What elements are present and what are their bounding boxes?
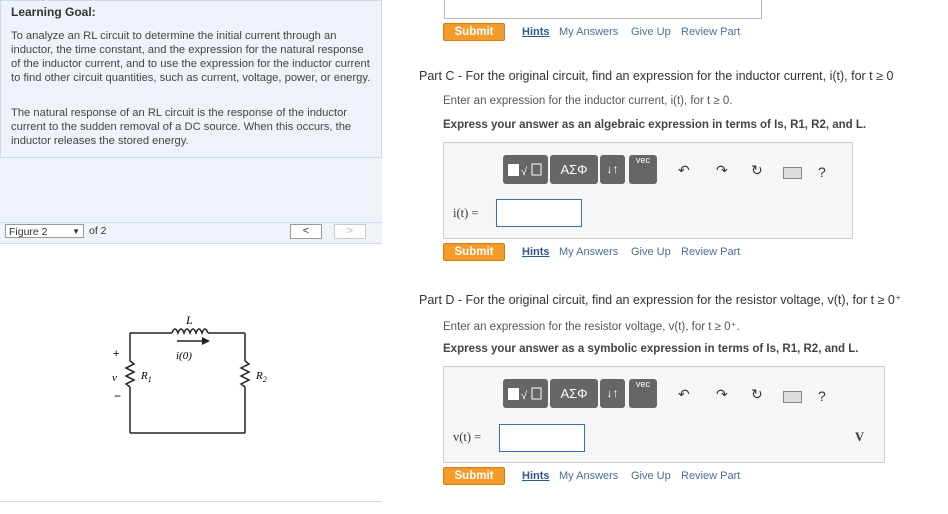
current-arrow-icon — [202, 337, 210, 345]
learning-goal-text: To analyze an RL circuit to determine th… — [11, 30, 371, 84]
previous-answer-box — [444, 0, 762, 19]
voltage-label: v — [112, 372, 117, 384]
circuit-diagram: L i(0) + v − R1 R2 — [112, 313, 267, 434]
templates-button[interactable]: √ — [503, 379, 548, 408]
templates-button[interactable]: √ — [503, 155, 548, 184]
r2-label: R2 — [255, 370, 267, 384]
template-icon: √ — [508, 387, 542, 402]
svg-text:√: √ — [521, 166, 528, 178]
minus-sign: − — [114, 389, 121, 403]
hints-link-b[interactable]: Hints — [522, 26, 550, 38]
reset-icon[interactable]: ↻ — [751, 386, 763, 403]
chevron-right-icon: > — [346, 225, 354, 237]
plus-sign: + — [113, 348, 119, 360]
figure-select[interactable]: Figure 2 ▼ — [5, 224, 84, 238]
review-part-link-b[interactable]: Review Part — [681, 26, 740, 38]
give-up-link-b[interactable]: Give Up — [631, 26, 671, 38]
prev-figure-button[interactable]: < — [290, 224, 322, 239]
part-c-answer-input[interactable] — [496, 199, 582, 227]
submit-button-b[interactable]: Submit — [443, 23, 505, 41]
undo-icon[interactable]: ↶ — [678, 162, 690, 179]
template-icon: √ — [508, 163, 542, 178]
figure-select-value: Figure 2 — [9, 226, 48, 238]
vector-button[interactable]: vec — [629, 379, 657, 408]
submit-button-c[interactable]: Submit — [443, 243, 505, 261]
greek-button[interactable]: ΑΣΦ — [550, 155, 598, 184]
current-label: i(0) — [176, 350, 192, 362]
part-d-unit: V — [855, 430, 865, 444]
part-c-editor: √ ΑΣΦ ↓↑ vec ↶ ↷ ↻ ? i(t) = — [443, 142, 853, 239]
part-c-heading: Part C - For the original circuit, find … — [419, 69, 894, 83]
part-d-heading: Part D - For the original circuit, find … — [419, 293, 902, 307]
submit-button-d[interactable]: Submit — [443, 467, 505, 485]
part-c-answer-label: i(t) = — [453, 206, 479, 220]
keyboard-icon[interactable] — [783, 167, 802, 179]
part-d-editor: √ ΑΣΦ ↓↑ vec ↶ ↷ ↻ ? v(t) = V — [443, 366, 885, 463]
keyboard-icon[interactable] — [783, 391, 802, 403]
inductor-label: L — [185, 313, 193, 327]
give-up-link-d[interactable]: Give Up — [631, 470, 671, 482]
next-figure-button[interactable]: > — [334, 224, 366, 239]
arrows-button[interactable]: ↓↑ — [600, 155, 625, 184]
figure-bottom-bar — [0, 501, 382, 514]
part-d-answer-input[interactable] — [499, 424, 585, 452]
greek-button[interactable]: ΑΣΦ — [550, 379, 598, 408]
part-d-express: Express your answer as a symbolic expres… — [443, 343, 859, 355]
reset-icon[interactable]: ↻ — [751, 162, 763, 179]
arrows-button[interactable]: ↓↑ — [600, 379, 625, 408]
chevron-left-icon: < — [302, 225, 310, 237]
chevron-down-icon: ▼ — [72, 227, 80, 236]
help-icon[interactable]: ? — [818, 388, 826, 404]
vector-button[interactable]: vec — [629, 155, 657, 184]
learning-goal-title: Learning Goal: — [11, 5, 96, 19]
figure-count: of 2 — [89, 225, 107, 237]
svg-text:√: √ — [521, 390, 528, 402]
r1-label: R1 — [140, 370, 152, 384]
my-answers-link-c[interactable]: My Answers — [559, 246, 618, 258]
help-icon[interactable]: ? — [818, 164, 826, 180]
redo-icon[interactable]: ↷ — [716, 386, 728, 403]
redo-icon[interactable]: ↷ — [716, 162, 728, 179]
part-c-instruction: Enter an expression for the inductor cur… — [443, 95, 733, 107]
learning-goal-panel: Learning Goal: To analyze an RL circuit … — [0, 0, 382, 158]
part-d-answer-label: v(t) = — [453, 430, 482, 444]
part-c-express: Express your answer as an algebraic expr… — [443, 119, 867, 131]
hints-link-d[interactable]: Hints — [522, 470, 550, 482]
part-d-instruction: Enter an expression for the resistor vol… — [443, 321, 740, 333]
my-answers-link-b[interactable]: My Answers — [559, 26, 618, 38]
figure-area: L i(0) + v − R1 R2 — [0, 243, 382, 502]
review-part-link-c[interactable]: Review Part — [681, 246, 740, 258]
review-part-link-d[interactable]: Review Part — [681, 470, 740, 482]
give-up-link-c[interactable]: Give Up — [631, 246, 671, 258]
my-answers-link-d[interactable]: My Answers — [559, 470, 618, 482]
hints-link-c[interactable]: Hints — [522, 246, 550, 258]
learning-goal-text-2: The natural response of an RL circuit is… — [11, 107, 352, 147]
undo-icon[interactable]: ↶ — [678, 386, 690, 403]
